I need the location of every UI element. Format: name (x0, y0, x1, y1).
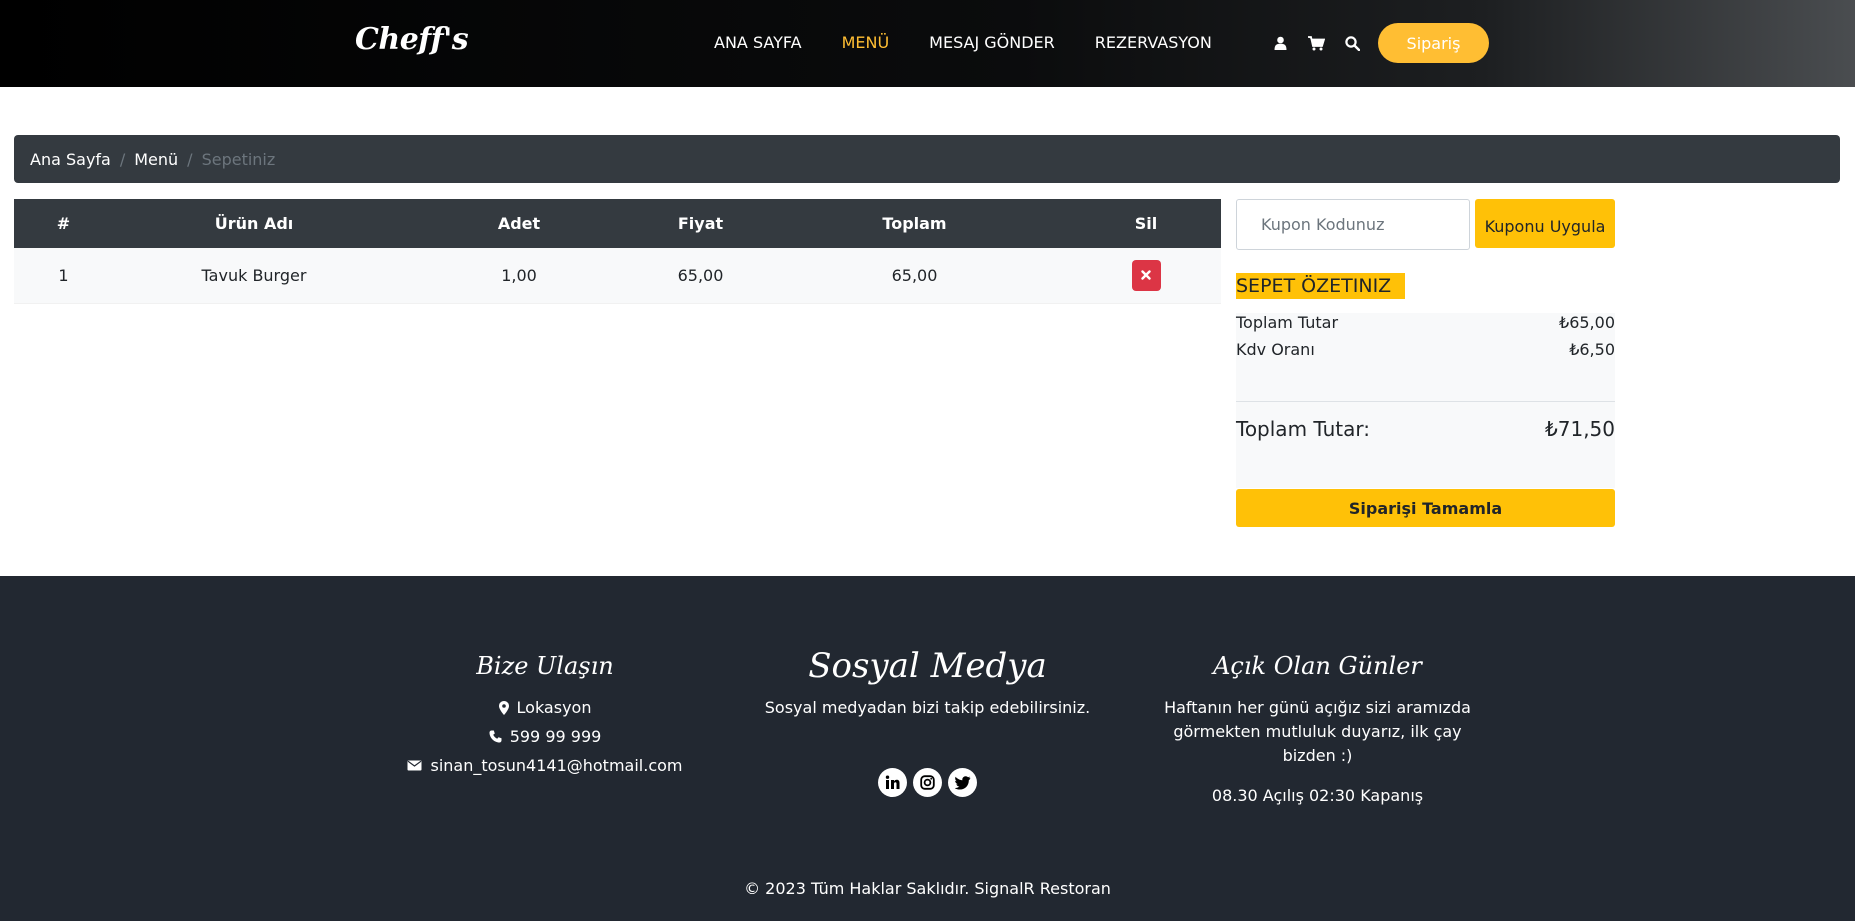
row-quantity: 1,00 (395, 248, 643, 304)
envelope-icon (407, 760, 422, 771)
user-icon[interactable] (1270, 33, 1290, 53)
twitter-icon[interactable] (948, 768, 977, 797)
row-total: 65,00 (758, 248, 1071, 304)
breadcrumb-separator: / (187, 149, 193, 169)
grand-total-label: Toplam Tutar: (1236, 417, 1370, 441)
col-total: Toplam (758, 199, 1071, 248)
search-icon[interactable] (1342, 33, 1362, 53)
row-delete-cell (1071, 248, 1221, 304)
linkedin-icon[interactable] (878, 768, 907, 797)
footer-phone-text: 599 99 999 (509, 727, 602, 746)
order-button[interactable]: Sipariş (1378, 23, 1489, 63)
cart-icon[interactable] (1306, 33, 1326, 53)
nav-home[interactable]: ANA SAYFA (714, 33, 802, 52)
nav-message[interactable]: MESAJ GÖNDER (929, 33, 1055, 52)
footer-social-text: Sosyal medyadan bizi takip edebilirsiniz… (764, 698, 1091, 717)
summary-row-tax: Kdv Oranı ₺6,50 (1236, 340, 1615, 359)
social-links (760, 768, 1095, 797)
col-number: # (14, 199, 113, 248)
footer-hours-times: 08.30 Açılış 02:30 Kapanış (1211, 786, 1424, 805)
apply-coupon-button[interactable]: Kuponu Uygula (1475, 199, 1615, 248)
phone-icon (489, 730, 502, 743)
breadcrumb-menu[interactable]: Menü (134, 150, 178, 169)
summary-tax-value: ₺6,50 (1569, 340, 1615, 359)
col-product: Ürün Adı (113, 199, 395, 248)
col-delete: Sil (1071, 199, 1221, 248)
header-icons (1270, 33, 1362, 53)
row-price: 65,00 (643, 248, 758, 304)
site-logo[interactable]: Cheff's (355, 22, 469, 57)
table-header-row: # Ürün Adı Adet Fiyat Toplam Sil (14, 199, 1221, 248)
footer-hours-text: Haftanın her günü açığız sizi aramızda g… (1164, 698, 1471, 765)
breadcrumb-home[interactable]: Ana Sayfa (30, 150, 111, 169)
summary-subtotal-value: ₺65,00 (1559, 313, 1615, 332)
grand-total-value: ₺71,50 (1545, 417, 1615, 441)
summary-grand-total: Toplam Tutar: ₺71,50 (1236, 417, 1615, 441)
breadcrumb-separator: / (119, 149, 126, 169)
breadcrumb: Ana Sayfa / Menü / Sepetiniz (14, 135, 1840, 183)
main-nav: ANA SAYFA MENÜ MESAJ GÖNDER REZERVASYON (714, 33, 1252, 52)
nav-reservation[interactable]: REZERVASYON (1095, 33, 1212, 52)
footer-location[interactable]: Lokasyon (380, 698, 710, 717)
col-quantity: Adet (395, 199, 643, 248)
row-product: Tavuk Burger (113, 248, 395, 304)
map-marker-icon (498, 700, 509, 715)
col-price: Fiyat (643, 199, 758, 248)
footer-phone[interactable]: 599 99 999 (380, 727, 710, 746)
breadcrumb-current: Sepetiniz (201, 149, 276, 169)
complete-order-button[interactable]: Siparişi Tamamla (1236, 489, 1615, 527)
summary-tax-label: Kdv Oranı (1236, 340, 1315, 359)
close-icon (1141, 270, 1151, 280)
table-row: 1 Tavuk Burger 1,00 65,00 65,00 (14, 248, 1221, 304)
instagram-icon[interactable] (913, 768, 942, 797)
footer-email-text: sinan_tosun4141@hotmail.com (430, 756, 683, 775)
delete-item-button[interactable] (1131, 259, 1161, 291)
summary-divider (1236, 401, 1615, 402)
summary-row-subtotal: Toplam Tutar ₺65,00 (1236, 313, 1615, 332)
footer-email[interactable]: sinan_tosun4141@hotmail.com (380, 756, 710, 775)
footer-contact-title: Bize Ulaşın (476, 652, 614, 680)
cart-table: # Ürün Adı Adet Fiyat Toplam Sil 1 Tavuk… (14, 199, 1221, 304)
nav-menu[interactable]: MENÜ (842, 33, 890, 52)
summary-subtotal-label: Toplam Tutar (1236, 313, 1339, 332)
row-number: 1 (14, 248, 113, 304)
site-footer: Bize Ulaşın Lokasyon 599 99 999 sinan_to… (0, 576, 1855, 921)
footer-social-title: Sosyal Medya (808, 646, 1047, 686)
summary-title: SEPET ÖZETINIZ (1236, 273, 1406, 299)
footer-hours-title: Açık Olan Günler (1213, 652, 1422, 680)
footer-contact: Bize Ulaşın Lokasyon 599 99 999 sinan_to… (380, 652, 710, 775)
footer-location-text: Lokasyon (516, 698, 592, 717)
footer-copyright: © 2023 Tüm Haklar Saklıdır. SignalR Rest… (744, 879, 1111, 898)
summary-box: Toplam Tutar ₺65,00 Kdv Oranı ₺6,50 Topl… (1236, 313, 1615, 488)
site-header: Cheff's ANA SAYFA MENÜ MESAJ GÖNDER REZE… (0, 0, 1855, 87)
coupon-input[interactable] (1236, 199, 1470, 250)
footer-hours: Açık Olan Günler Haftanın her günü açığı… (1145, 652, 1490, 808)
footer-social: Sosyal Medya Sosyal medyadan bizi takip … (760, 646, 1095, 797)
